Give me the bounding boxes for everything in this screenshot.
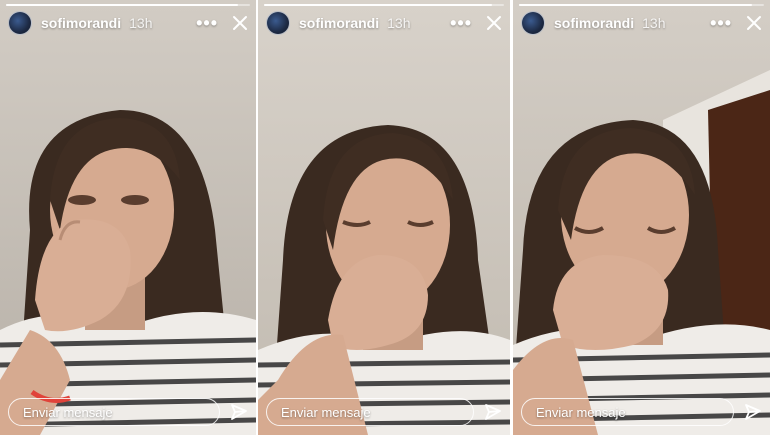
more-options-icon[interactable]: ••• bbox=[196, 14, 218, 32]
story-panel-2: sofimorandi 13h ••• Enviar mensaje bbox=[258, 0, 510, 435]
close-icon[interactable] bbox=[232, 15, 248, 31]
story-header: sofimorandi 13h ••• bbox=[266, 9, 502, 37]
story-panel-1: sofimorandi 13h ••• Enviar mensaje bbox=[0, 0, 256, 435]
more-options-icon[interactable]: ••• bbox=[450, 14, 472, 32]
username[interactable]: sofimorandi bbox=[299, 15, 379, 31]
story-header: sofimorandi 13h ••• bbox=[521, 9, 762, 37]
username[interactable]: sofimorandi bbox=[554, 15, 634, 31]
close-icon[interactable] bbox=[486, 15, 502, 31]
story-progress-bar bbox=[6, 4, 250, 6]
username[interactable]: sofimorandi bbox=[41, 15, 121, 31]
send-icon[interactable] bbox=[744, 403, 762, 421]
send-message-input[interactable]: Enviar mensaje bbox=[521, 398, 734, 426]
story-footer: Enviar mensaje bbox=[521, 397, 762, 427]
story-image bbox=[258, 0, 510, 435]
story-time: 13h bbox=[387, 15, 411, 31]
avatar[interactable] bbox=[266, 11, 290, 35]
more-options-icon[interactable]: ••• bbox=[710, 14, 732, 32]
story-image bbox=[513, 0, 770, 435]
story-time: 13h bbox=[642, 15, 666, 31]
send-icon[interactable] bbox=[484, 403, 502, 421]
send-message-input[interactable]: Enviar mensaje bbox=[266, 398, 474, 426]
story-time: 13h bbox=[129, 15, 153, 31]
close-icon[interactable] bbox=[746, 15, 762, 31]
story-footer: Enviar mensaje bbox=[266, 397, 502, 427]
story-header: sofimorandi 13h ••• bbox=[8, 9, 248, 37]
story-panel-3: sofimorandi 13h ••• Enviar mensaje bbox=[513, 0, 770, 435]
avatar[interactable] bbox=[8, 11, 32, 35]
story-footer: Enviar mensaje bbox=[8, 397, 248, 427]
send-icon[interactable] bbox=[230, 403, 248, 421]
avatar[interactable] bbox=[521, 11, 545, 35]
send-message-input[interactable]: Enviar mensaje bbox=[8, 398, 220, 426]
story-progress-bar bbox=[264, 4, 504, 6]
story-progress-bar bbox=[519, 4, 764, 6]
story-image bbox=[0, 0, 256, 435]
